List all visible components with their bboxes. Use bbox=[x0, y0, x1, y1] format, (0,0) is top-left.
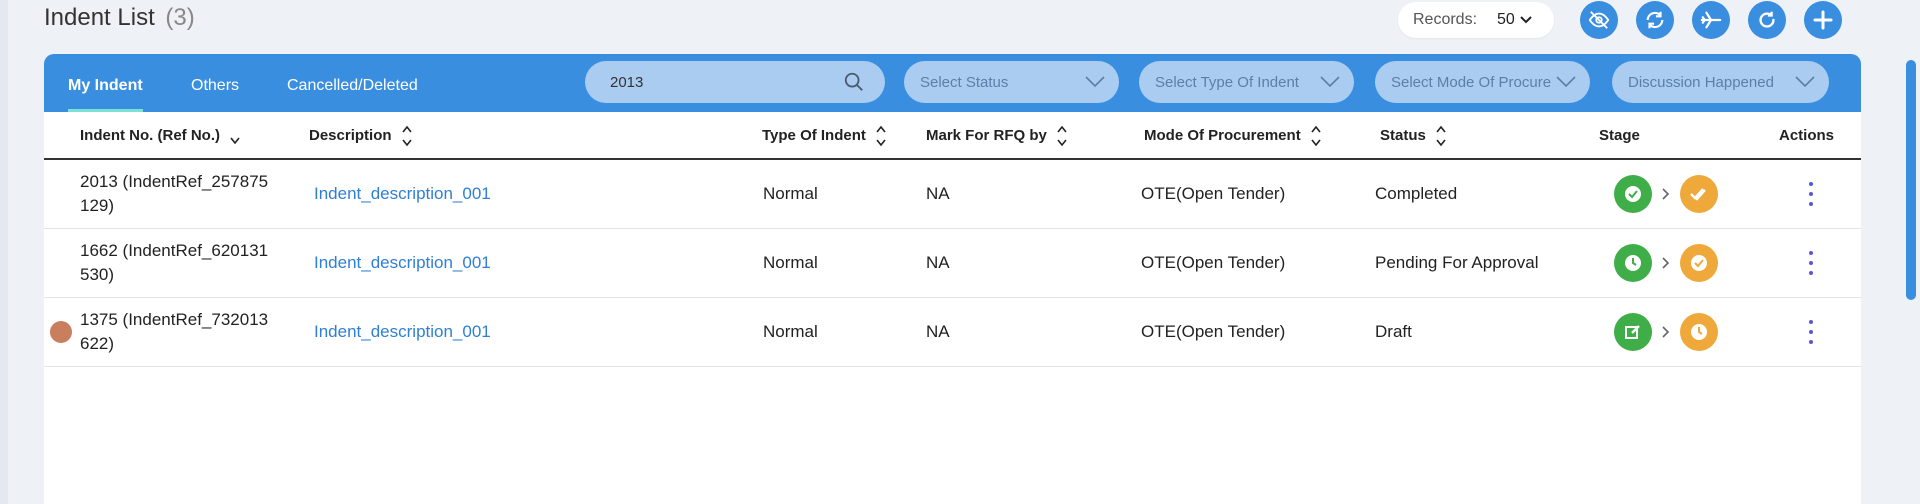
col-mode-label: Mode Of Procurement bbox=[1144, 127, 1301, 144]
sort-desc-icon[interactable] bbox=[230, 137, 240, 145]
chevron-right-icon bbox=[1662, 257, 1670, 269]
search-value: 2013 bbox=[610, 73, 644, 91]
col-description[interactable]: Description bbox=[309, 112, 412, 160]
row-actions-menu[interactable] bbox=[1807, 251, 1815, 275]
edit-icon[interactable] bbox=[1614, 313, 1652, 351]
col-status[interactable]: Status bbox=[1380, 112, 1446, 160]
col-status-label: Status bbox=[1380, 127, 1426, 144]
chevron-down-icon bbox=[1085, 76, 1105, 88]
stage-indicator bbox=[1614, 244, 1718, 282]
row-actions-menu[interactable] bbox=[1807, 320, 1815, 344]
mode-filter-label: Select Mode Of Procure bbox=[1391, 73, 1552, 91]
table-row: 2013 (IndentRef_257875 129) Indent_descr… bbox=[44, 160, 1861, 229]
row-flag-indicator bbox=[50, 321, 72, 343]
reload-icon bbox=[1759, 11, 1775, 28]
sort-icon[interactable] bbox=[1057, 124, 1067, 148]
col-mode[interactable]: Mode Of Procurement bbox=[1144, 112, 1321, 160]
clock-icon[interactable] bbox=[1680, 313, 1718, 351]
mode-cell: OTE(Open Tender) bbox=[1141, 322, 1286, 341]
left-edge bbox=[0, 0, 8, 504]
rfq-cell: NA bbox=[926, 253, 950, 272]
chevron-right-icon bbox=[1662, 188, 1670, 200]
mode-filter-select[interactable]: Select Mode Of Procure bbox=[1375, 61, 1590, 103]
description-link[interactable]: Indent_description_001 bbox=[314, 253, 491, 273]
status-cell: Draft bbox=[1375, 322, 1412, 341]
tab-others[interactable]: Others bbox=[191, 54, 239, 112]
rfq-cell: NA bbox=[926, 322, 950, 341]
table-header: Indent No. (Ref No.) Description Type Of… bbox=[44, 112, 1861, 160]
chevron-down-icon bbox=[1520, 16, 1532, 24]
check-circle-icon[interactable] bbox=[1614, 175, 1652, 213]
tab-my-indent[interactable]: My Indent bbox=[68, 54, 143, 112]
status-filter-label: Select Status bbox=[920, 73, 1009, 91]
col-rfq-label: Mark For RFQ by bbox=[926, 127, 1047, 144]
type-cell: Normal bbox=[763, 184, 818, 203]
sort-icon[interactable] bbox=[402, 124, 412, 148]
col-type[interactable]: Type Of Indent bbox=[762, 112, 886, 160]
col-stage: Stage bbox=[1599, 127, 1640, 144]
tab-cancelled-deleted[interactable]: Cancelled/Deleted bbox=[287, 54, 418, 112]
page-title: Indent List (3) bbox=[44, 4, 195, 32]
double-check-icon[interactable] bbox=[1680, 175, 1718, 213]
add-icon bbox=[1813, 10, 1833, 30]
discussion-filter-label: Discussion Happened bbox=[1628, 73, 1774, 91]
type-cell: Normal bbox=[763, 322, 818, 341]
search-input[interactable]: 2013 bbox=[585, 61, 885, 103]
description-link[interactable]: Indent_description_001 bbox=[314, 322, 491, 342]
chevron-down-icon bbox=[1320, 76, 1340, 88]
records-value: 50 bbox=[1497, 11, 1515, 28]
col-type-label: Type Of Indent bbox=[762, 127, 866, 144]
mode-cell: OTE(Open Tender) bbox=[1141, 184, 1286, 203]
refresh-icon bbox=[1646, 11, 1664, 29]
mode-cell: OTE(Open Tender) bbox=[1141, 253, 1286, 272]
chevron-down-icon bbox=[1795, 76, 1815, 88]
discussion-filter-select[interactable]: Discussion Happened bbox=[1612, 61, 1829, 103]
col-indent-no[interactable]: Indent No. (Ref No.) bbox=[80, 112, 240, 160]
type-filter-select[interactable]: Select Type Of Indent bbox=[1139, 61, 1354, 103]
search-icon[interactable] bbox=[843, 71, 865, 93]
clock-icon[interactable] bbox=[1614, 244, 1652, 282]
col-indent-no-label: Indent No. (Ref No.) bbox=[80, 127, 220, 144]
check-circle-icon[interactable] bbox=[1680, 244, 1718, 282]
sort-icon[interactable] bbox=[876, 124, 886, 148]
indent-table-panel: My Indent Others Cancelled/Deleted 2013 … bbox=[44, 54, 1861, 504]
status-cell: Completed bbox=[1375, 184, 1458, 203]
col-description-label: Description bbox=[309, 127, 392, 144]
stage-indicator bbox=[1614, 175, 1718, 213]
table-row: 1662 (IndentRef_620131 530) Indent_descr… bbox=[44, 229, 1861, 298]
type-cell: Normal bbox=[763, 253, 818, 272]
page-scrollbar[interactable] bbox=[1906, 60, 1916, 300]
status-filter-select[interactable]: Select Status bbox=[904, 61, 1119, 103]
table-row: 1375 (IndentRef_732013 622) Indent_descr… bbox=[44, 298, 1861, 367]
sort-icon[interactable] bbox=[1436, 124, 1446, 148]
plane-icon bbox=[1700, 11, 1722, 29]
indent-no-cell: 1662 (IndentRef_620131 530) bbox=[80, 241, 269, 284]
table-toolbar: My Indent Others Cancelled/Deleted 2013 … bbox=[44, 54, 1861, 112]
hide-columns-button[interactable] bbox=[1580, 1, 1618, 39]
sync-button[interactable] bbox=[1636, 1, 1674, 39]
col-actions: Actions bbox=[1779, 127, 1835, 144]
rfq-cell: NA bbox=[926, 184, 950, 203]
row-actions-menu[interactable] bbox=[1807, 182, 1815, 206]
reload-button[interactable] bbox=[1748, 1, 1786, 39]
col-rfq[interactable]: Mark For RFQ by bbox=[926, 112, 1067, 160]
eye-off-icon bbox=[1588, 11, 1610, 29]
add-indent-button[interactable] bbox=[1804, 1, 1842, 39]
records-label: Records: bbox=[1413, 11, 1478, 28]
type-filter-label: Select Type Of Indent bbox=[1155, 73, 1299, 91]
page-title-text: Indent List bbox=[44, 4, 155, 31]
indent-no-cell: 2013 (IndentRef_257875 129) bbox=[80, 172, 269, 215]
indent-no-cell: 1375 (IndentRef_732013 622) bbox=[80, 310, 269, 353]
sort-icon[interactable] bbox=[1311, 124, 1321, 148]
chevron-down-icon bbox=[1556, 76, 1576, 88]
status-cell: Pending For Approval bbox=[1375, 253, 1539, 272]
stage-indicator bbox=[1614, 313, 1718, 351]
description-link[interactable]: Indent_description_001 bbox=[314, 184, 491, 204]
records-per-page-select[interactable]: Records: 50 bbox=[1398, 2, 1554, 38]
indent-count: (3) bbox=[165, 4, 195, 31]
chevron-right-icon bbox=[1662, 326, 1670, 338]
send-button[interactable] bbox=[1692, 1, 1730, 39]
